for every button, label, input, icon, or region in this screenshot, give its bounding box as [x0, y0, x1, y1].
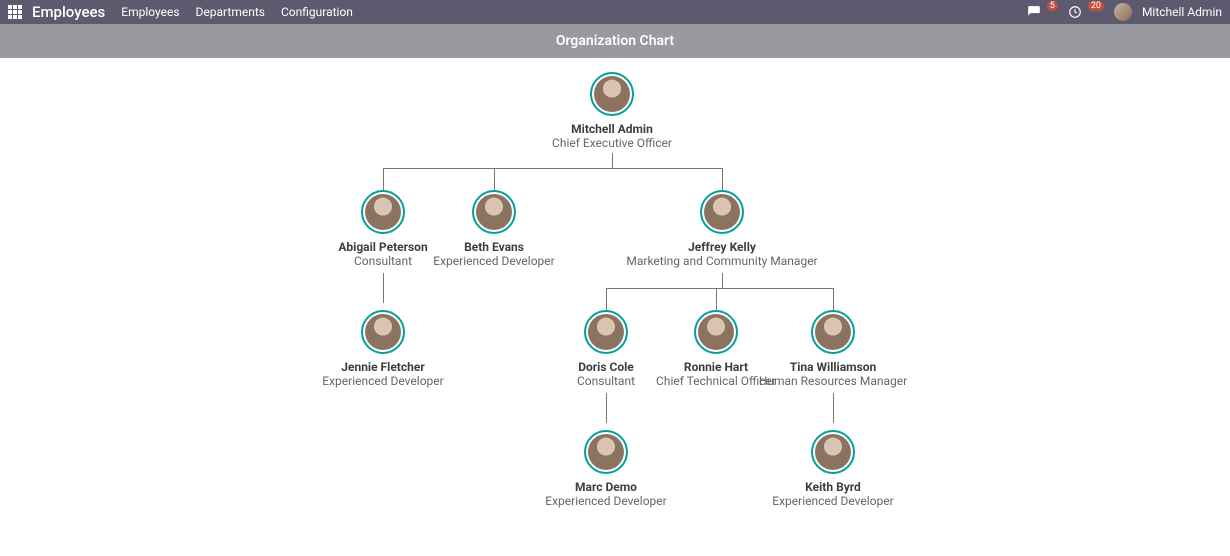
nav-employees[interactable]: Employees — [121, 5, 179, 19]
org-node-jennie[interactable]: Jennie Fletcher Experienced Developer — [263, 310, 503, 389]
avatar-ring — [584, 430, 628, 474]
avatar-photo — [476, 194, 512, 230]
avatar-ring — [472, 190, 516, 234]
avatar-photo — [594, 76, 630, 112]
node-name: Beth Evans — [374, 240, 614, 254]
node-name: Jeffrey Kelly — [602, 240, 842, 254]
node-name: Keith Byrd — [713, 480, 953, 494]
top-nav: Employees Employees Departments Configur… — [0, 0, 1230, 24]
app-brand[interactable]: Employees — [32, 3, 105, 21]
avatar-ring — [361, 310, 405, 354]
org-chart: Mitchell Admin Chief Executive Officer A… — [0, 58, 1230, 556]
page-subheader: Organization Chart — [0, 24, 1230, 58]
avatar-ring — [590, 72, 634, 116]
node-role: Experienced Developer — [374, 254, 614, 268]
clock-icon[interactable] — [1068, 5, 1082, 19]
org-node-keith[interactable]: Keith Byrd Experienced Developer — [713, 430, 953, 509]
org-node-root[interactable]: Mitchell Admin Chief Executive Officer — [492, 72, 732, 151]
avatar-photo — [704, 194, 740, 230]
avatar-photo — [365, 314, 401, 350]
org-node-marc[interactable]: Marc Demo Experienced Developer — [486, 430, 726, 509]
nav-departments[interactable]: Departments — [196, 5, 265, 19]
org-node-jeffrey[interactable]: Jeffrey Kelly Marketing and Community Ma… — [602, 190, 842, 269]
node-name: Tina Williamson — [713, 360, 953, 374]
node-name: Jennie Fletcher — [263, 360, 503, 374]
user-name[interactable]: Mitchell Admin — [1142, 5, 1222, 19]
avatar-photo — [815, 314, 851, 350]
avatar-ring — [700, 190, 744, 234]
avatar-ring — [811, 310, 855, 354]
avatar-photo — [815, 434, 851, 470]
avatar-ring — [811, 430, 855, 474]
clock-badge: 20 — [1088, 1, 1104, 11]
node-role: Marketing and Community Manager — [602, 254, 842, 268]
apps-icon[interactable] — [8, 5, 22, 19]
node-name: Marc Demo — [486, 480, 726, 494]
node-role: Chief Executive Officer — [492, 136, 732, 150]
messages-icon[interactable] — [1027, 5, 1041, 19]
node-role: Human Resources Manager — [713, 374, 953, 388]
node-role: Experienced Developer — [486, 494, 726, 508]
node-role: Experienced Developer — [263, 374, 503, 388]
avatar-photo — [588, 434, 624, 470]
messages-badge: 5 — [1047, 1, 1058, 11]
node-name: Mitchell Admin — [492, 122, 732, 136]
user-avatar[interactable] — [1114, 3, 1132, 21]
org-node-tina[interactable]: Tina Williamson Human Resources Manager — [713, 310, 953, 389]
page-title: Organization Chart — [556, 33, 674, 49]
org-node-beth[interactable]: Beth Evans Experienced Developer — [374, 190, 614, 269]
node-role: Experienced Developer — [713, 494, 953, 508]
nav-configuration[interactable]: Configuration — [281, 5, 353, 19]
